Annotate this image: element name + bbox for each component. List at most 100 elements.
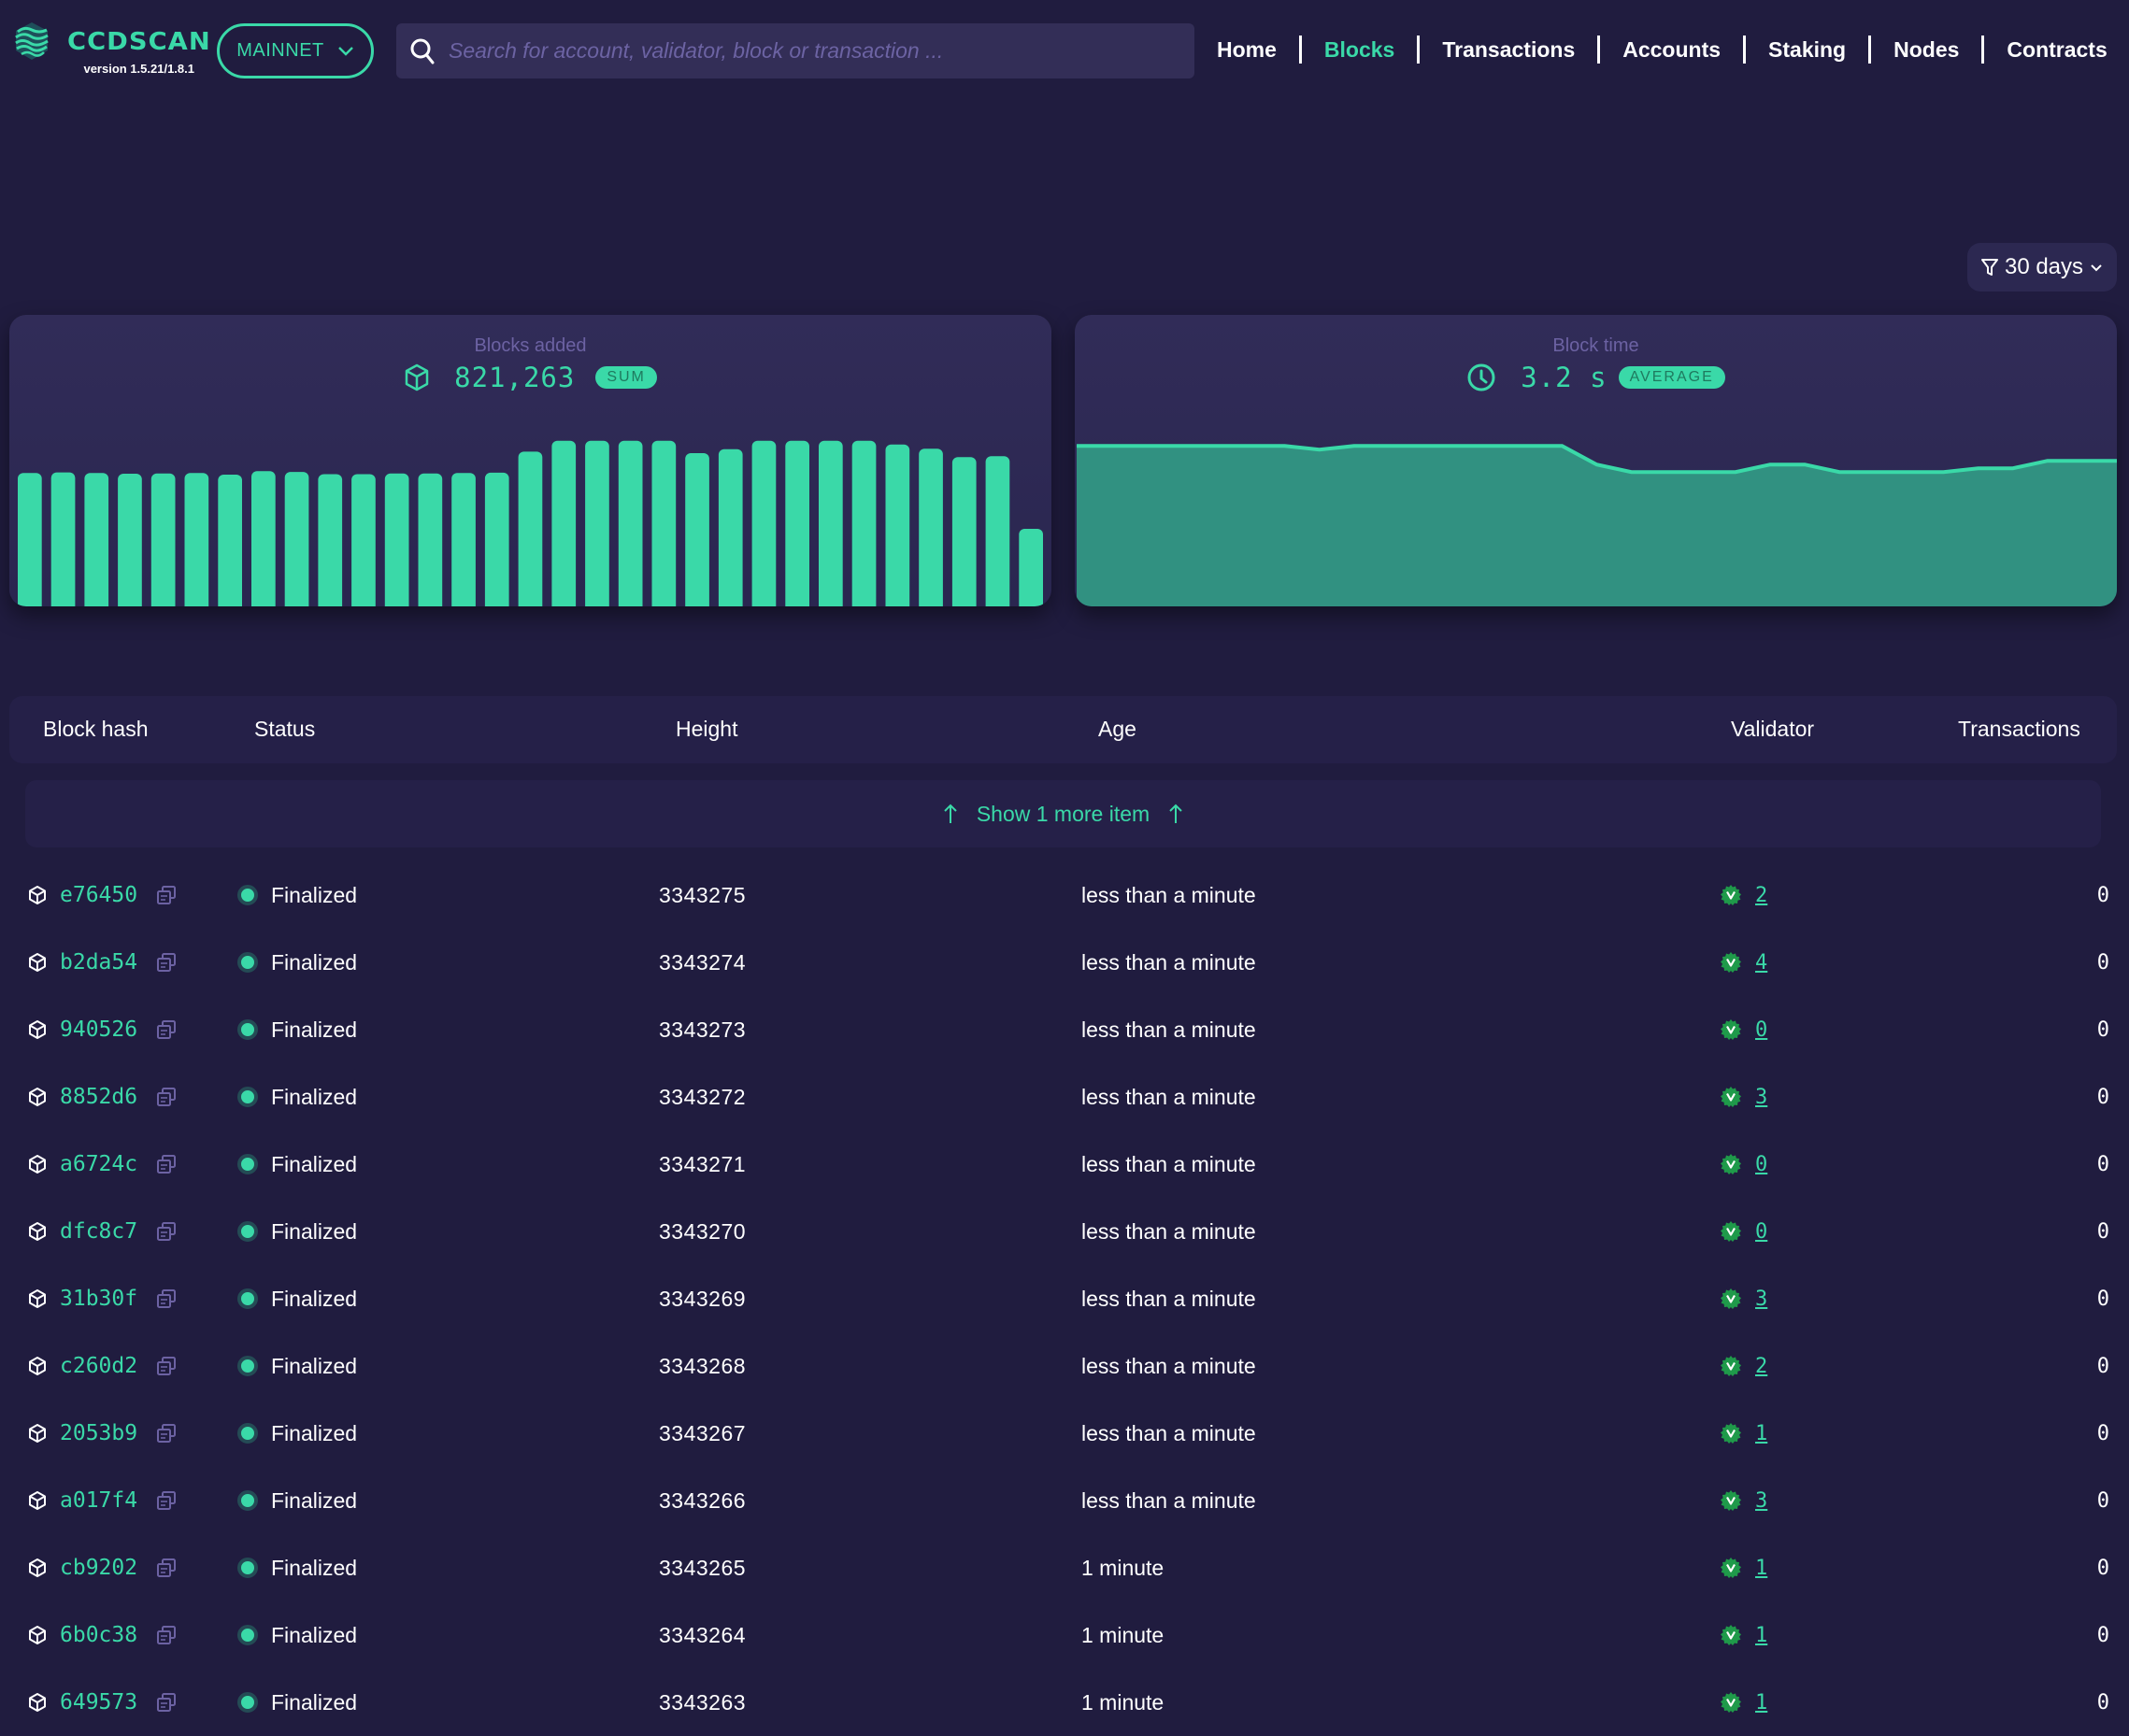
bar-d25[interactable]	[819, 440, 843, 606]
block-hash-link[interactable]: dfc8c7	[60, 1219, 137, 1244]
bar-d27[interactable]	[885, 444, 910, 606]
copy-icon[interactable]	[156, 1490, 177, 1511]
bar-d31[interactable]	[1019, 529, 1043, 606]
copy-icon[interactable]	[156, 952, 177, 973]
copy-icon[interactable]	[156, 1019, 177, 1040]
column-header-height[interactable]: Height	[676, 717, 737, 742]
block-hash-link[interactable]: a017f4	[60, 1488, 137, 1513]
logo[interactable]: CCDSCAN version 1.5.21/1.8.1	[13, 21, 210, 78]
table-row[interactable]: dfc8c7 Finalized 3343270 less than a min…	[9, 1198, 2117, 1265]
bar-d12[interactable]	[384, 473, 409, 606]
bar-d29[interactable]	[951, 457, 977, 606]
block-hash-link[interactable]: 6b0c38	[60, 1623, 137, 1647]
column-header-block-hash[interactable]: Block hash	[43, 717, 149, 742]
column-header-transactions[interactable]: Transactions	[1958, 717, 2080, 742]
table-row[interactable]: b2da54 Finalized 3343274 less than a min…	[9, 929, 2117, 996]
bar-d17[interactable]	[551, 440, 577, 606]
table-row[interactable]: a017f4 Finalized 3343266 less than a min…	[9, 1467, 2117, 1534]
column-header-validator[interactable]: Validator	[1731, 717, 1814, 742]
copy-icon[interactable]	[156, 1221, 177, 1242]
search-input[interactable]	[449, 38, 1194, 64]
search-bar[interactable]	[396, 23, 1194, 78]
block-hash-link[interactable]: a6724c	[60, 1152, 137, 1176]
block-hash-link[interactable]: e76450	[60, 883, 137, 907]
bar-d6[interactable]	[184, 473, 209, 606]
table-row[interactable]: a6724c Finalized 3343271 less than a min…	[9, 1131, 2117, 1198]
validator-link[interactable]: 0	[1755, 1153, 1767, 1176]
validator-link[interactable]: 1	[1755, 1422, 1767, 1445]
bar-d13[interactable]	[418, 473, 443, 606]
copy-icon[interactable]	[156, 885, 177, 905]
bar-d1[interactable]	[18, 473, 42, 606]
validator-link[interactable]: 0	[1755, 1018, 1767, 1042]
copy-icon[interactable]	[156, 1087, 177, 1107]
nav-staking[interactable]: Staking	[1746, 36, 1868, 64]
nav-contracts[interactable]: Contracts	[1984, 36, 2107, 64]
nav-transactions[interactable]: Transactions	[1420, 36, 1597, 64]
validator-link[interactable]: 4	[1755, 951, 1767, 975]
bar-d18[interactable]	[585, 440, 609, 606]
nav-home[interactable]: Home	[1215, 36, 1299, 64]
table-row[interactable]: 2053b9 Finalized 3343267 less than a min…	[9, 1400, 2117, 1467]
copy-icon[interactable]	[156, 1154, 177, 1174]
time-range-filter[interactable]: 30 days	[1967, 243, 2117, 292]
block-hash-link[interactable]: 940526	[60, 1017, 137, 1042]
bar-d4[interactable]	[118, 474, 142, 606]
validator-link[interactable]: 3	[1755, 1288, 1767, 1311]
bar-d20[interactable]	[651, 440, 677, 606]
validator-link[interactable]: 0	[1755, 1220, 1767, 1244]
copy-icon[interactable]	[156, 1423, 177, 1444]
nav-nodes[interactable]: Nodes	[1871, 36, 1981, 64]
block-hash-link[interactable]: b2da54	[60, 950, 137, 975]
validator-link[interactable]: 2	[1755, 1355, 1767, 1378]
table-row[interactable]: 31b30f Finalized 3343269 less than a min…	[9, 1265, 2117, 1332]
bar-d9[interactable]	[284, 472, 309, 606]
bar-d14[interactable]	[451, 473, 476, 606]
bar-d2[interactable]	[50, 472, 76, 606]
block-hash-link[interactable]: cb9202	[60, 1556, 137, 1580]
block-hash-link[interactable]: 8852d6	[60, 1085, 137, 1109]
validator-link[interactable]: 1	[1755, 1624, 1767, 1647]
bar-d11[interactable]	[351, 474, 376, 607]
table-row[interactable]: e76450 Finalized 3343275 less than a min…	[9, 861, 2117, 929]
copy-icon[interactable]	[156, 1356, 177, 1376]
table-row[interactable]: 940526 Finalized 3343273 less than a min…	[9, 996, 2117, 1063]
show-more-button[interactable]: Show 1 more item	[25, 780, 2101, 847]
block-hash-link[interactable]: 649573	[60, 1690, 137, 1715]
validator-link[interactable]: 3	[1755, 1086, 1767, 1109]
bar-d15[interactable]	[484, 472, 509, 606]
copy-icon[interactable]	[156, 1625, 177, 1645]
validator-link[interactable]: 3	[1755, 1489, 1767, 1513]
column-header-age[interactable]: Age	[1098, 717, 1136, 742]
bar-d8[interactable]	[251, 471, 276, 606]
bar-d23[interactable]	[751, 440, 777, 606]
table-row[interactable]: 649573 Finalized 3343263 1 minute 1 0	[9, 1669, 2117, 1736]
bar-d24[interactable]	[785, 440, 809, 606]
copy-icon[interactable]	[156, 1558, 177, 1578]
bar-d26[interactable]	[851, 440, 877, 606]
block-hash-link[interactable]: 31b30f	[60, 1287, 137, 1311]
validator-link[interactable]: 2	[1755, 884, 1767, 907]
bar-d7[interactable]	[218, 475, 242, 606]
table-row[interactable]: 8852d6 Finalized 3343272 less than a min…	[9, 1063, 2117, 1131]
nav-accounts[interactable]: Accounts	[1600, 36, 1743, 64]
bar-d3[interactable]	[84, 473, 109, 606]
bar-d21[interactable]	[685, 453, 709, 606]
bar-d10[interactable]	[318, 474, 343, 607]
column-header-status[interactable]: Status	[254, 717, 315, 742]
bar-d22[interactable]	[718, 448, 743, 606]
table-row[interactable]: cb9202 Finalized 3343265 1 minute 1 0	[9, 1534, 2117, 1601]
validator-link[interactable]: 1	[1755, 1691, 1767, 1715]
table-row[interactable]: 6b0c38 Finalized 3343264 1 minute 1 0	[9, 1601, 2117, 1669]
bar-d30[interactable]	[985, 456, 1010, 606]
validator-link[interactable]: 1	[1755, 1557, 1767, 1580]
block-hash-link[interactable]: c260d2	[60, 1354, 137, 1378]
nav-blocks[interactable]: Blocks	[1302, 36, 1417, 64]
copy-icon[interactable]	[156, 1692, 177, 1713]
table-row[interactable]: c260d2 Finalized 3343268 less than a min…	[9, 1332, 2117, 1400]
bar-d16[interactable]	[518, 451, 543, 606]
bar-d5[interactable]	[150, 473, 176, 606]
bar-d19[interactable]	[618, 440, 643, 606]
bar-d28[interactable]	[919, 448, 943, 606]
copy-icon[interactable]	[156, 1288, 177, 1309]
